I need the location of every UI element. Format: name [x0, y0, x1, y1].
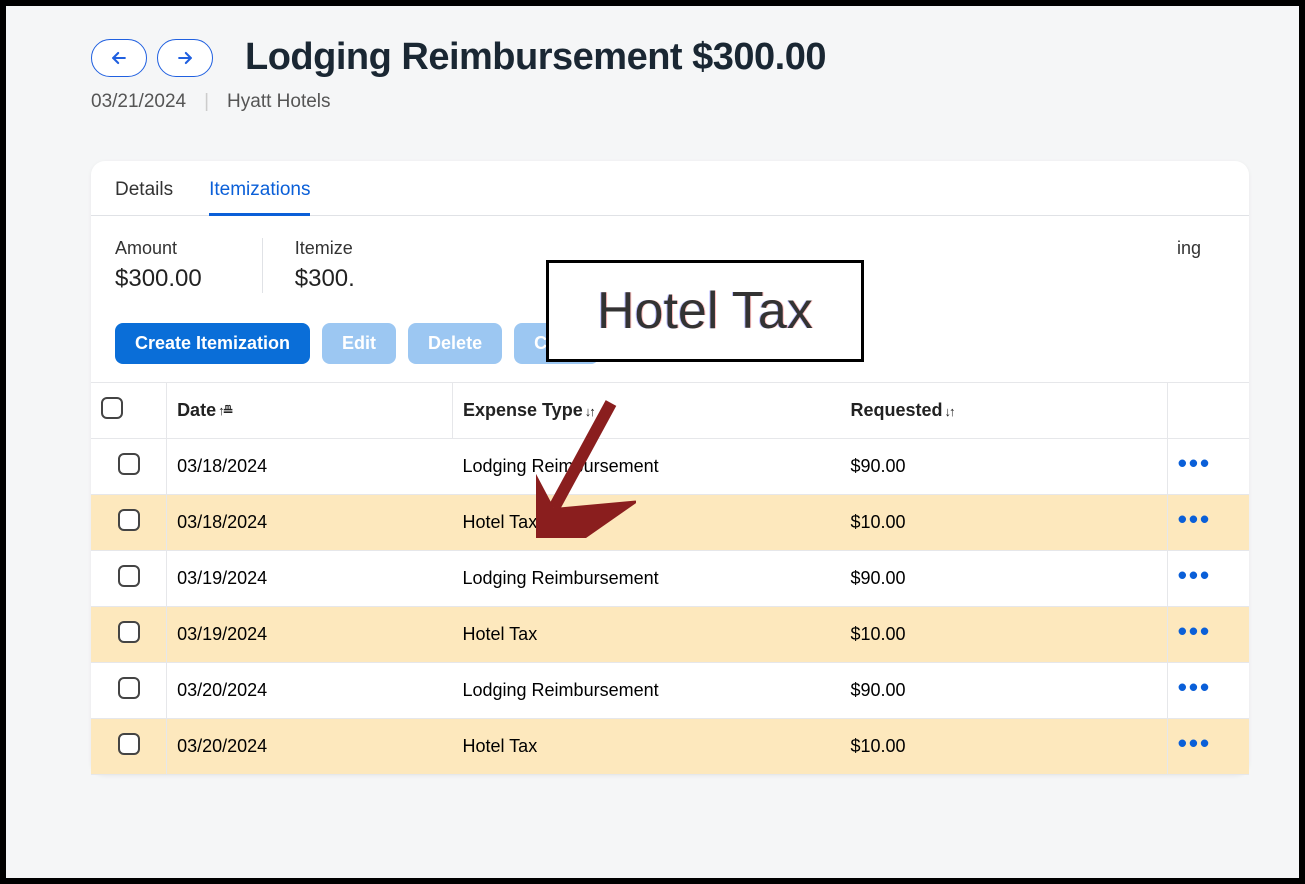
row-checkbox[interactable] — [118, 565, 140, 587]
nav-forward-button[interactable] — [157, 39, 213, 77]
row-actions-menu[interactable]: ••• — [1178, 504, 1211, 534]
divider: | — [204, 91, 209, 113]
col-header-date[interactable]: Date↑≞ — [167, 383, 453, 439]
itemized-label: Itemize — [295, 238, 355, 259]
itemizations-table: Date↑≞ Expense Type↓↑ Requested↓↑ 03/18/… — [91, 382, 1249, 775]
select-all-checkbox[interactable] — [101, 397, 123, 419]
tab-itemizations[interactable]: Itemizations — [209, 179, 310, 215]
table-row[interactable]: 03/19/2024Lodging Reimbursement$90.00 ••• — [91, 551, 1249, 607]
col-header-requested[interactable]: Requested↓↑ — [841, 383, 1168, 439]
annotation-callout: Hotel Tax — [546, 260, 864, 362]
page-title: Lodging Reimbursement $300.00 — [245, 36, 826, 79]
itemizations-card: Details Itemizations Amount $300.00 Item… — [91, 161, 1249, 775]
cell-date: 03/20/2024 — [167, 719, 453, 775]
sort-icon: ↓↑ — [945, 404, 954, 419]
col-header-expense-type[interactable]: Expense Type↓↑ — [452, 383, 840, 439]
edit-button[interactable]: Edit — [322, 323, 396, 364]
sort-icon: ↑≞ — [218, 403, 231, 418]
cell-date: 03/18/2024 — [167, 439, 453, 495]
header-date: 03/21/2024 — [91, 91, 186, 113]
row-actions-menu[interactable]: ••• — [1178, 560, 1211, 590]
cell-date: 03/20/2024 — [167, 663, 453, 719]
table-row[interactable]: 03/19/2024Hotel Tax$10.00 ••• — [91, 607, 1249, 663]
annotation-arrow-icon — [536, 388, 636, 538]
remaining-label: ing — [1177, 238, 1201, 259]
amount-label: Amount — [115, 238, 202, 259]
cell-requested: $90.00 — [841, 663, 1168, 719]
header-vendor: Hyatt Hotels — [227, 91, 330, 113]
row-checkbox[interactable] — [118, 677, 140, 699]
arrow-left-icon — [109, 48, 129, 68]
row-checkbox[interactable] — [118, 621, 140, 643]
row-actions-menu[interactable]: ••• — [1178, 448, 1211, 478]
col-header-actions — [1167, 383, 1249, 439]
table-row[interactable]: 03/18/2024Lodging Reimbursement$90.00 ••• — [91, 439, 1249, 495]
cell-requested: $10.00 — [841, 719, 1168, 775]
table-row[interactable]: 03/20/2024Lodging Reimbursement$90.00 ••• — [91, 663, 1249, 719]
cell-requested: $10.00 — [841, 607, 1168, 663]
cell-date: 03/19/2024 — [167, 607, 453, 663]
cell-expense-type: Lodging Reimbursement — [452, 663, 840, 719]
row-checkbox[interactable] — [118, 453, 140, 475]
row-actions-menu[interactable]: ••• — [1178, 672, 1211, 702]
table-row[interactable]: 03/18/2024Hotel Tax$10.00 ••• — [91, 495, 1249, 551]
tab-details[interactable]: Details — [115, 179, 173, 215]
col-header-select — [91, 383, 167, 439]
cell-expense-type: Hotel Tax — [452, 495, 840, 551]
row-checkbox[interactable] — [118, 509, 140, 531]
nav-back-button[interactable] — [91, 39, 147, 77]
cell-expense-type: Hotel Tax — [452, 607, 840, 663]
cell-date: 03/19/2024 — [167, 551, 453, 607]
cell-requested: $90.00 — [841, 551, 1168, 607]
arrow-right-icon — [175, 48, 195, 68]
create-itemization-button[interactable]: Create Itemization — [115, 323, 310, 364]
cell-expense-type: Lodging Reimbursement — [452, 439, 840, 495]
cell-expense-type: Hotel Tax — [452, 719, 840, 775]
itemized-value: $300. — [295, 265, 355, 293]
row-actions-menu[interactable]: ••• — [1178, 728, 1211, 758]
amount-value: $300.00 — [115, 265, 202, 293]
table-row[interactable]: 03/20/2024Hotel Tax$10.00 ••• — [91, 719, 1249, 775]
cell-requested: $90.00 — [841, 439, 1168, 495]
cell-expense-type: Lodging Reimbursement — [452, 551, 840, 607]
cell-date: 03/18/2024 — [167, 495, 453, 551]
delete-button[interactable]: Delete — [408, 323, 502, 364]
row-checkbox[interactable] — [118, 733, 140, 755]
cell-requested: $10.00 — [841, 495, 1168, 551]
row-actions-menu[interactable]: ••• — [1178, 616, 1211, 646]
